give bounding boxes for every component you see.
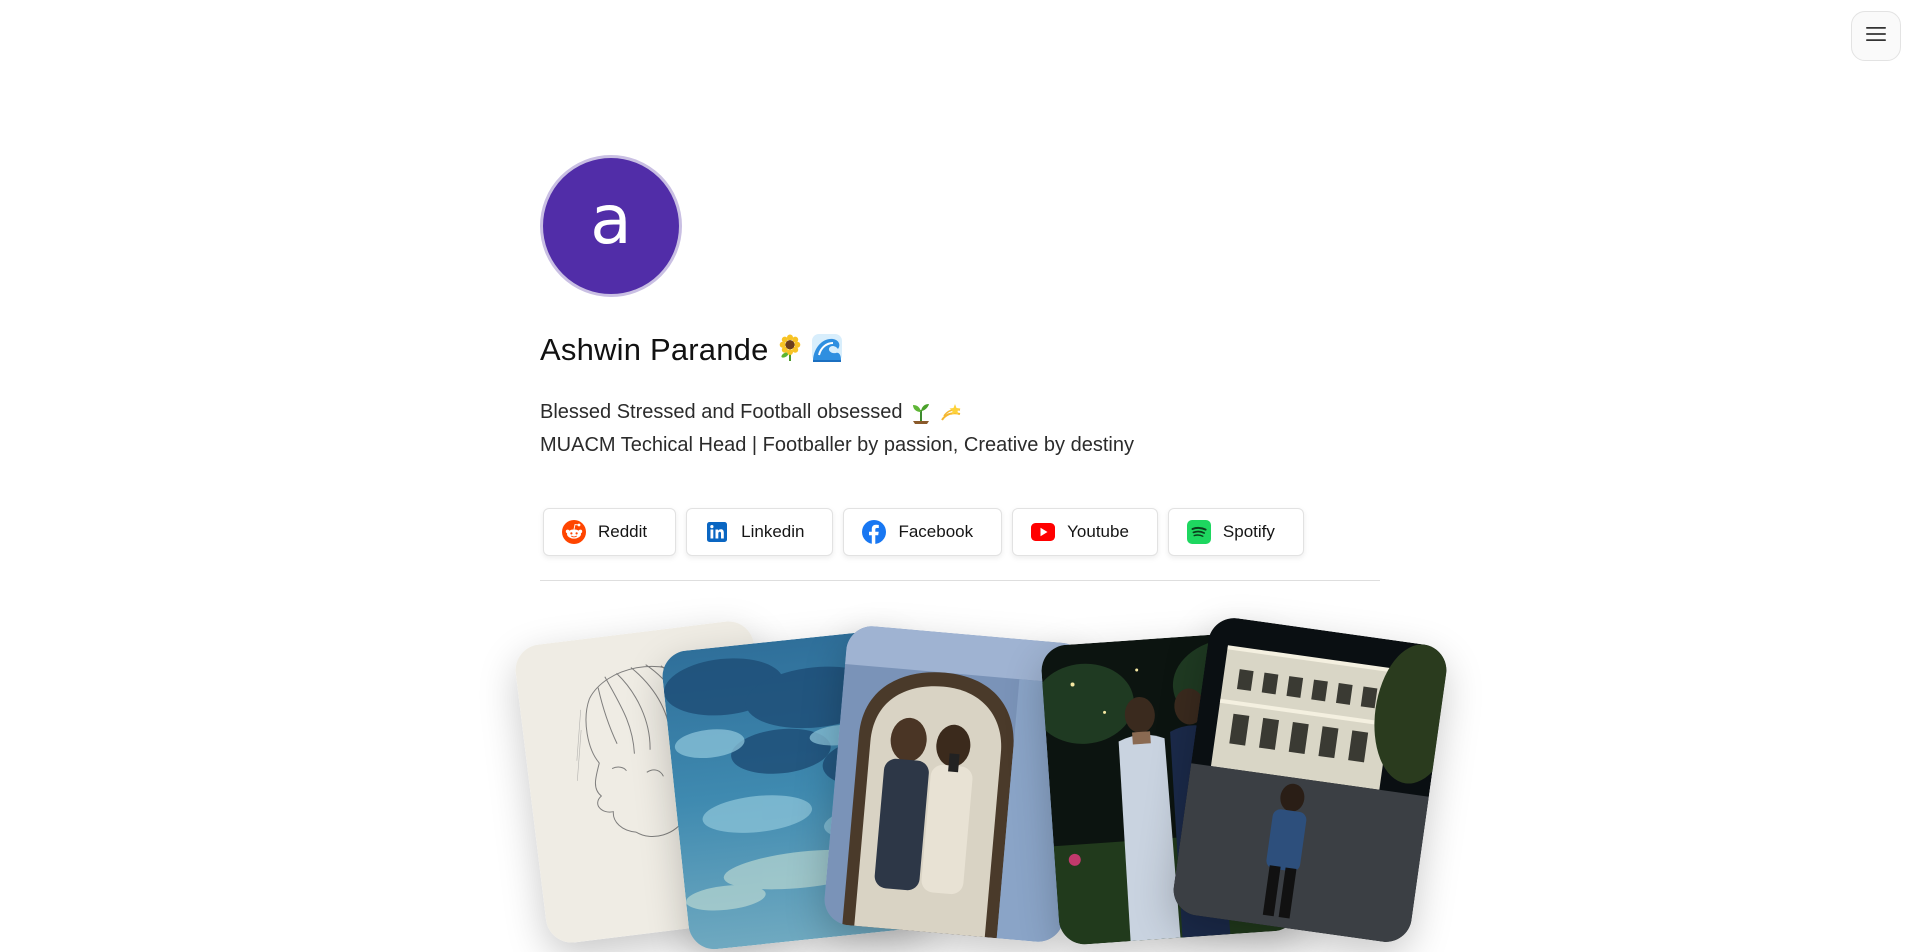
reddit-link-button[interactable]: Reddit: [543, 508, 677, 556]
youtube-link-label: Youtube: [1067, 522, 1129, 541]
photo-gallery: [500, 614, 1450, 952]
linkedin-icon: [705, 520, 729, 544]
bio-line-1: Blessed Stressed and Football obsessed: [540, 396, 1380, 429]
linkedin-link-button[interactable]: Linkedin: [686, 508, 834, 556]
youtube-link-button[interactable]: Youtube: [1012, 508, 1158, 556]
spotify-link-button[interactable]: Spotify: [1167, 508, 1304, 556]
social-links: Reddit Linkedin Facebook Youtube Spotify: [540, 508, 1380, 556]
youtube-icon: [1031, 520, 1056, 544]
profile-section: a Ashwin Parande Blessed Stressed and Fo…: [540, 155, 1380, 556]
avatar: a: [540, 155, 682, 297]
water-wave-emoji-icon: [811, 333, 843, 368]
bio-line-2: MUACM Techical Head | Footballer by pass…: [540, 434, 1134, 456]
facebook-link-button[interactable]: Facebook: [843, 508, 1003, 556]
person-in-front-of-lit-palace-image: [1170, 614, 1450, 946]
dizzy-emoji-icon: [940, 402, 962, 424]
linkedin-link-label: Linkedin: [741, 522, 805, 541]
spotify-icon: [1186, 520, 1211, 544]
bio: Blessed Stressed and Football obsessed M…: [540, 396, 1380, 462]
gallery-card-palace[interactable]: [1170, 614, 1450, 946]
name-row: Ashwin Parande: [540, 330, 1380, 370]
hamburger-menu-icon: [1866, 26, 1886, 47]
section-divider: [540, 580, 1380, 581]
spotify-link-label: Spotify: [1222, 522, 1275, 541]
menu-button[interactable]: [1851, 11, 1901, 61]
reddit-link-label: Reddit: [598, 522, 648, 541]
seedling-emoji-icon: [910, 402, 932, 424]
sunflower-emoji-icon: [777, 334, 803, 367]
avatar-letter: a: [590, 181, 632, 260]
facebook-link-label: Facebook: [898, 522, 974, 541]
facebook-icon: [862, 520, 887, 544]
bio-line-1-text: Blessed Stressed and Football obsessed: [540, 401, 903, 423]
reddit-icon: [562, 520, 586, 544]
profile-name: Ashwin Parande: [540, 332, 769, 367]
